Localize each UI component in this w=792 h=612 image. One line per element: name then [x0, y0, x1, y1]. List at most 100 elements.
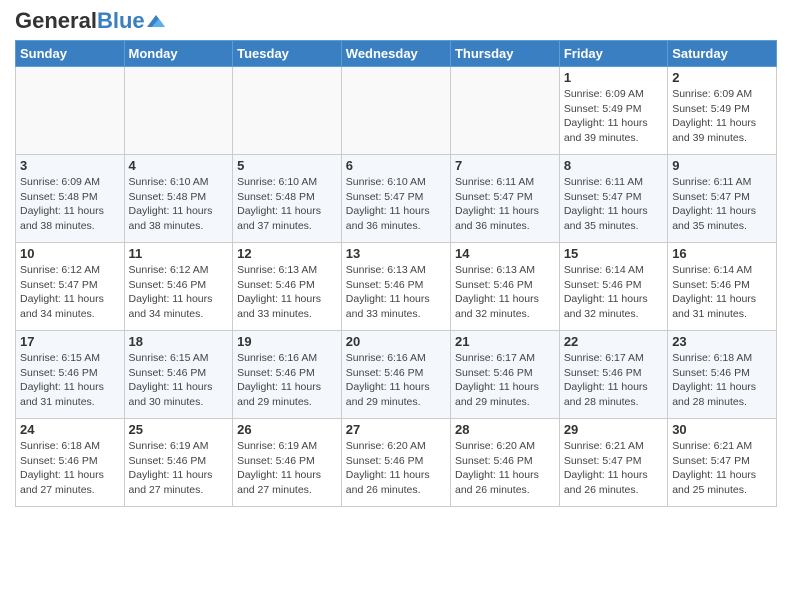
calendar-cell: 24Sunrise: 6:18 AM Sunset: 5:46 PM Dayli… [16, 419, 125, 507]
logo: GeneralBlue [15, 10, 165, 32]
calendar-cell: 5Sunrise: 6:10 AM Sunset: 5:48 PM Daylig… [233, 155, 342, 243]
calendar-cell: 30 Sunrise: 6:21 AM Sunset: 5:47 PM Dayli… [668, 419, 777, 507]
day-info: Sunrise: 6:21 AM Sunset: 5:47 PM Dayligh… [672, 439, 772, 498]
day-number: 14 [455, 246, 555, 261]
page: GeneralBlue SundayMondayTuesdayWednesday… [0, 0, 792, 522]
weekday-header-wednesday: Wednesday [341, 41, 450, 67]
calendar-cell: 21 Sunrise: 6:17 AM Sunset: 5:46 PM Dayli… [450, 331, 559, 419]
day-info: Sunrise: 6:18 AM Sunset: 5:46 PM Dayligh… [672, 351, 772, 410]
calendar-cell: 29 Sunrise: 6:21 AM Sunset: 5:47 PM Dayli… [559, 419, 667, 507]
weekday-header-thursday: Thursday [450, 41, 559, 67]
day-info: Sunrise: 6:18 AM Sunset: 5:46 PM Dayligh… [20, 439, 120, 498]
day-number: 15 [564, 246, 663, 261]
logo-blue: Blue [97, 8, 145, 33]
day-info: Sunrise: 6:09 AM Sunset: 5:49 PM Dayligh… [672, 87, 772, 146]
calendar-cell: 19 Sunrise: 6:16 AM Sunset: 5:46 PM Dayli… [233, 331, 342, 419]
day-number: 22 [564, 334, 663, 349]
day-info: Sunrise: 6:15 AM Sunset: 5:46 PM Dayligh… [129, 351, 229, 410]
logo-general: General [15, 8, 97, 33]
day-number: 1 [564, 70, 663, 85]
day-info: Sunrise: 6:10 AM Sunset: 5:48 PM Dayligh… [129, 175, 229, 234]
calendar-cell [233, 67, 342, 155]
calendar-cell: 28 Sunrise: 6:20 AM Sunset: 5:46 PM Dayli… [450, 419, 559, 507]
day-info: Sunrise: 6:12 AM Sunset: 5:46 PM Dayligh… [129, 263, 229, 322]
calendar-cell: 14Sunrise: 6:13 AM Sunset: 5:46 PM Dayli… [450, 243, 559, 331]
day-number: 18 [129, 334, 229, 349]
day-info: Sunrise: 6:12 AM Sunset: 5:47 PM Dayligh… [20, 263, 120, 322]
calendar-cell: 4 Sunrise: 6:10 AM Sunset: 5:48 PM Daylig… [124, 155, 233, 243]
day-number: 13 [346, 246, 446, 261]
day-number: 3 [20, 158, 120, 173]
day-info: Sunrise: 6:11 AM Sunset: 5:47 PM Dayligh… [672, 175, 772, 234]
calendar-cell: 15 Sunrise: 6:14 AM Sunset: 5:46 PM Dayli… [559, 243, 667, 331]
day-info: Sunrise: 6:13 AM Sunset: 5:46 PM Dayligh… [237, 263, 337, 322]
day-info: Sunrise: 6:14 AM Sunset: 5:46 PM Dayligh… [564, 263, 663, 322]
day-info: Sunrise: 6:10 AM Sunset: 5:47 PM Dayligh… [346, 175, 446, 234]
logo-icon [147, 15, 165, 27]
day-number: 28 [455, 422, 555, 437]
day-info: Sunrise: 6:09 AM Sunset: 5:48 PM Dayligh… [20, 175, 120, 234]
week-row-1: 1 Sunrise: 6:09 AM Sunset: 5:49 PM Daylig… [16, 67, 777, 155]
day-info: Sunrise: 6:17 AM Sunset: 5:46 PM Dayligh… [564, 351, 663, 410]
calendar-cell: 10 Sunrise: 6:12 AM Sunset: 5:47 PM Dayli… [16, 243, 125, 331]
calendar-cell [341, 67, 450, 155]
day-info: Sunrise: 6:20 AM Sunset: 5:46 PM Dayligh… [346, 439, 446, 498]
day-info: Sunrise: 6:13 AM Sunset: 5:46 PM Dayligh… [346, 263, 446, 322]
week-row-4: 17 Sunrise: 6:15 AM Sunset: 5:46 PM Dayli… [16, 331, 777, 419]
weekday-header-tuesday: Tuesday [233, 41, 342, 67]
week-row-2: 3 Sunrise: 6:09 AM Sunset: 5:48 PM Daylig… [16, 155, 777, 243]
week-row-3: 10 Sunrise: 6:12 AM Sunset: 5:47 PM Dayli… [16, 243, 777, 331]
day-number: 17 [20, 334, 120, 349]
day-info: Sunrise: 6:17 AM Sunset: 5:46 PM Dayligh… [455, 351, 555, 410]
weekday-header-row: SundayMondayTuesdayWednesdayThursdayFrid… [16, 41, 777, 67]
week-row-5: 24Sunrise: 6:18 AM Sunset: 5:46 PM Dayli… [16, 419, 777, 507]
day-number: 12 [237, 246, 337, 261]
calendar-cell: 12 Sunrise: 6:13 AM Sunset: 5:46 PM Dayli… [233, 243, 342, 331]
calendar-cell: 7Sunrise: 6:11 AM Sunset: 5:47 PM Daylig… [450, 155, 559, 243]
day-number: 11 [129, 246, 229, 261]
calendar-cell: 16Sunrise: 6:14 AM Sunset: 5:46 PM Dayli… [668, 243, 777, 331]
calendar-cell: 26 Sunrise: 6:19 AM Sunset: 5:46 PM Dayli… [233, 419, 342, 507]
day-number: 29 [564, 422, 663, 437]
calendar-cell [450, 67, 559, 155]
calendar-cell: 6 Sunrise: 6:10 AM Sunset: 5:47 PM Daylig… [341, 155, 450, 243]
weekday-header-friday: Friday [559, 41, 667, 67]
calendar-cell: 2 Sunrise: 6:09 AM Sunset: 5:49 PM Daylig… [668, 67, 777, 155]
calendar-cell: 17 Sunrise: 6:15 AM Sunset: 5:46 PM Dayli… [16, 331, 125, 419]
calendar-cell: 8 Sunrise: 6:11 AM Sunset: 5:47 PM Daylig… [559, 155, 667, 243]
day-info: Sunrise: 6:20 AM Sunset: 5:46 PM Dayligh… [455, 439, 555, 498]
weekday-header-monday: Monday [124, 41, 233, 67]
day-number: 5 [237, 158, 337, 173]
day-number: 21 [455, 334, 555, 349]
day-number: 27 [346, 422, 446, 437]
day-info: Sunrise: 6:15 AM Sunset: 5:46 PM Dayligh… [20, 351, 120, 410]
day-number: 25 [129, 422, 229, 437]
header: GeneralBlue [15, 10, 777, 32]
logo-text: GeneralBlue [15, 10, 145, 32]
day-info: Sunrise: 6:19 AM Sunset: 5:46 PM Dayligh… [237, 439, 337, 498]
day-info: Sunrise: 6:19 AM Sunset: 5:46 PM Dayligh… [129, 439, 229, 498]
day-number: 26 [237, 422, 337, 437]
day-info: Sunrise: 6:16 AM Sunset: 5:46 PM Dayligh… [237, 351, 337, 410]
day-number: 19 [237, 334, 337, 349]
weekday-header-sunday: Sunday [16, 41, 125, 67]
calendar-cell: 22 Sunrise: 6:17 AM Sunset: 5:46 PM Dayli… [559, 331, 667, 419]
day-info: Sunrise: 6:21 AM Sunset: 5:47 PM Dayligh… [564, 439, 663, 498]
day-info: Sunrise: 6:11 AM Sunset: 5:47 PM Dayligh… [564, 175, 663, 234]
day-number: 30 [672, 422, 772, 437]
day-number: 8 [564, 158, 663, 173]
calendar-cell: 11 Sunrise: 6:12 AM Sunset: 5:46 PM Dayli… [124, 243, 233, 331]
calendar-cell: 13 Sunrise: 6:13 AM Sunset: 5:46 PM Dayli… [341, 243, 450, 331]
calendar-cell: 18 Sunrise: 6:15 AM Sunset: 5:46 PM Dayli… [124, 331, 233, 419]
day-number: 4 [129, 158, 229, 173]
calendar-cell: 20 Sunrise: 6:16 AM Sunset: 5:46 PM Dayli… [341, 331, 450, 419]
day-info: Sunrise: 6:16 AM Sunset: 5:46 PM Dayligh… [346, 351, 446, 410]
day-number: 6 [346, 158, 446, 173]
day-number: 9 [672, 158, 772, 173]
calendar-cell [16, 67, 125, 155]
calendar-table: SundayMondayTuesdayWednesdayThursdayFrid… [15, 40, 777, 507]
day-number: 10 [20, 246, 120, 261]
day-number: 2 [672, 70, 772, 85]
day-number: 20 [346, 334, 446, 349]
calendar-cell: 23Sunrise: 6:18 AM Sunset: 5:46 PM Dayli… [668, 331, 777, 419]
